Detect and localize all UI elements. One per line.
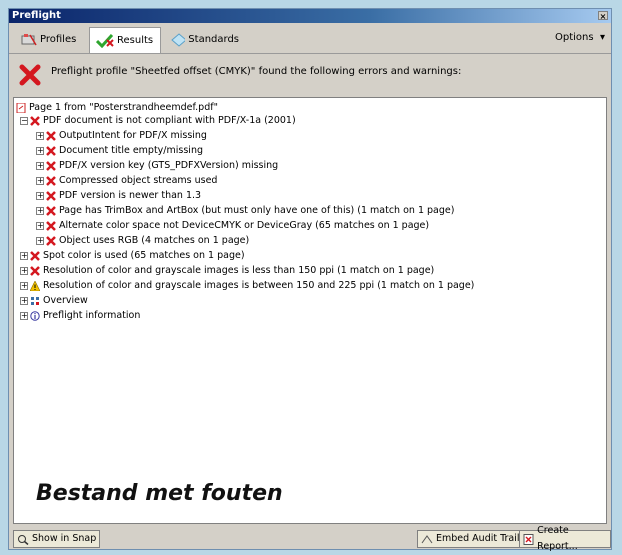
tab-bar: Profiles Results Standards Options ▾ bbox=[9, 23, 611, 53]
tree-item-label: Compressed object streams used bbox=[59, 175, 218, 186]
tree-item-preflight-info[interactable]: + Preflight information bbox=[20, 309, 140, 322]
tab-label: Standards bbox=[188, 34, 239, 45]
expand-toggle[interactable]: + bbox=[36, 191, 44, 200]
tree-item-label: Page has TrimBox and ArtBox (but must on… bbox=[59, 205, 455, 216]
dropdown-arrow-icon: ▾ bbox=[596, 32, 605, 43]
tree-item-label: Alternate color space not DeviceCMYK or … bbox=[59, 220, 430, 231]
tab-standards[interactable]: Standards bbox=[165, 27, 245, 53]
embed-audit-trail-button[interactable]: Embed Audit Trail... bbox=[417, 530, 533, 548]
tree-item-label: Resolution of color and grayscale images… bbox=[43, 280, 475, 291]
tree-item[interactable]: + Document title empty/missing bbox=[36, 144, 203, 157]
error-icon bbox=[30, 115, 40, 126]
tree-item-label: Preflight information bbox=[43, 310, 141, 321]
snap-icon bbox=[18, 534, 29, 545]
pdf-page-icon bbox=[16, 102, 26, 113]
error-icon bbox=[30, 265, 40, 276]
error-icon bbox=[46, 175, 56, 186]
results-message: Preflight profile "Sheetfed offset (CMYK… bbox=[51, 66, 462, 77]
expand-toggle[interactable]: + bbox=[20, 281, 28, 290]
tree-item-label: Resolution of color and grayscale images… bbox=[43, 265, 435, 276]
expand-toggle[interactable]: + bbox=[36, 206, 44, 215]
tree-item-label: PDF/X version key (GTS_PDFXVersion) miss… bbox=[59, 160, 279, 171]
tab-results[interactable]: Results bbox=[89, 27, 161, 53]
tree-item-pdfx[interactable]: − PDF document is not compliant with PDF… bbox=[20, 114, 296, 127]
tab-label: Results bbox=[117, 34, 154, 46]
error-icon bbox=[19, 64, 41, 86]
options-label: Options bbox=[555, 32, 594, 43]
audit-trail-icon bbox=[421, 534, 433, 543]
report-icon bbox=[523, 533, 534, 545]
expand-toggle[interactable]: + bbox=[20, 251, 28, 260]
checkmark-icon bbox=[96, 33, 114, 48]
tree-item-label: Overview bbox=[43, 295, 88, 306]
expand-toggle[interactable]: + bbox=[20, 296, 28, 305]
tree-item-label: Page 1 from "Posterstrandheemdef.pdf" bbox=[29, 102, 218, 113]
error-icon bbox=[30, 250, 40, 261]
collapse-toggle[interactable]: − bbox=[20, 116, 28, 125]
standards-icon bbox=[171, 33, 186, 47]
expand-toggle[interactable]: + bbox=[36, 221, 44, 230]
show-in-snap-button[interactable]: Show in Snap bbox=[13, 530, 101, 548]
tree-item-label: OutputIntent for PDF/X missing bbox=[59, 130, 207, 141]
tree-item-label: PDF version is newer than 1.3 bbox=[59, 190, 202, 201]
tree-item-label: Object uses RGB (4 matches on 1 page) bbox=[59, 235, 250, 246]
tab-label: Profiles bbox=[40, 34, 77, 45]
tree-item-label: PDF document is not compliant with PDF/X… bbox=[43, 115, 296, 126]
button-label: Embed Audit Trail... bbox=[436, 533, 529, 544]
tree-item-page[interactable]: Page 1 from "Posterstrandheemdef.pdf" bbox=[16, 101, 218, 114]
expand-toggle[interactable]: + bbox=[36, 176, 44, 185]
options-menu[interactable]: Options ▾ bbox=[555, 32, 605, 43]
close-button[interactable]: × bbox=[598, 11, 608, 21]
results-header: Preflight profile "Sheetfed offset (CMYK… bbox=[9, 53, 611, 94]
preflight-window: Preflight × Profiles Results Standards O… bbox=[8, 8, 612, 552]
error-icon bbox=[46, 205, 56, 216]
tab-profiles[interactable]: Profiles bbox=[15, 27, 85, 53]
tree-item-overview[interactable]: + Overview bbox=[20, 294, 88, 307]
info-icon bbox=[30, 310, 40, 321]
tree-item[interactable]: + Alternate color space not DeviceCMYK o… bbox=[36, 219, 429, 232]
tree-item[interactable]: + OutputIntent for PDF/X missing bbox=[36, 129, 207, 142]
overview-icon bbox=[31, 296, 39, 305]
tree-item[interactable]: + Object uses RGB (4 matches on 1 page) bbox=[36, 234, 249, 247]
title-bar: Preflight × bbox=[9, 9, 611, 23]
error-icon bbox=[46, 220, 56, 231]
window-title: Preflight bbox=[12, 10, 61, 21]
expand-toggle[interactable]: + bbox=[20, 311, 28, 320]
tree-item[interactable]: + Resolution of color and grayscale imag… bbox=[20, 264, 434, 277]
tree-item[interactable]: + Compressed object streams used bbox=[36, 174, 217, 187]
error-icon bbox=[46, 145, 56, 156]
tree-item[interactable]: + Spot color is used (65 matches on 1 pa… bbox=[20, 249, 245, 262]
warning-icon bbox=[30, 280, 40, 291]
results-tree[interactable]: Page 1 from "Posterstrandheemdef.pdf" − … bbox=[13, 97, 607, 524]
bottom-toolbar: Show in Snap Embed Audit Trail... Create… bbox=[9, 525, 611, 552]
expand-toggle[interactable]: + bbox=[36, 161, 44, 170]
overlay-caption: Bestand met fouten bbox=[36, 481, 283, 506]
error-icon bbox=[46, 130, 56, 141]
button-label: Create Report... bbox=[537, 525, 578, 552]
expand-toggle[interactable]: + bbox=[20, 266, 28, 275]
expand-toggle[interactable]: + bbox=[36, 236, 44, 245]
expand-toggle[interactable]: + bbox=[36, 131, 44, 140]
tree-item[interactable]: + Resolution of color and grayscale imag… bbox=[20, 279, 474, 292]
error-icon bbox=[46, 190, 56, 201]
tree-item[interactable]: + PDF version is newer than 1.3 bbox=[36, 189, 201, 202]
profiles-icon bbox=[21, 34, 37, 46]
expand-toggle[interactable]: + bbox=[36, 146, 44, 155]
tree-item[interactable]: + PDF/X version key (GTS_PDFXVersion) mi… bbox=[36, 159, 278, 172]
tree-item-label: Spot color is used (65 matches on 1 page… bbox=[43, 250, 245, 261]
tree-item-label: Document title empty/missing bbox=[59, 145, 203, 156]
create-report-button[interactable]: Create Report... bbox=[519, 525, 611, 552]
tree-item[interactable]: + Page has TrimBox and ArtBox (but must … bbox=[36, 204, 454, 217]
button-label: Show in Snap bbox=[32, 533, 97, 544]
error-icon bbox=[46, 160, 56, 171]
error-icon bbox=[46, 235, 56, 246]
